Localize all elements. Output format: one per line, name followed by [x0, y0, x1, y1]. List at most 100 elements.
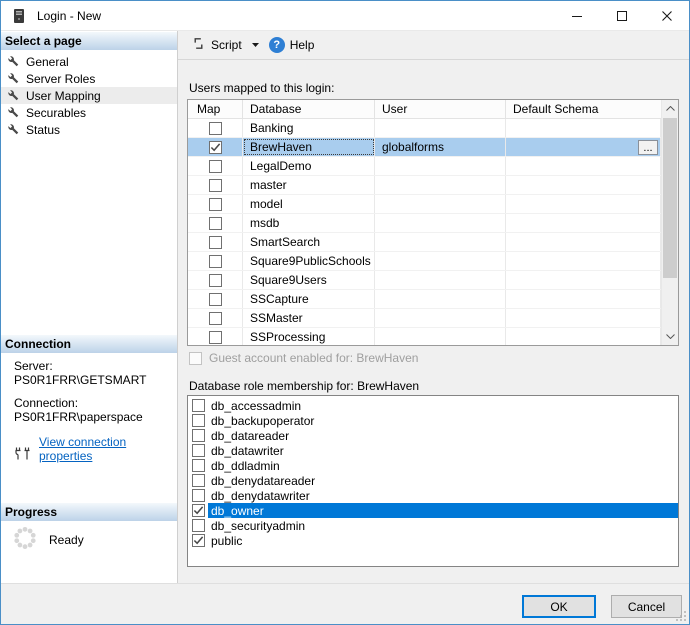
- database-cell[interactable]: SSMaster: [243, 309, 375, 327]
- database-cell[interactable]: LegalDemo: [243, 157, 375, 175]
- role-checkbox[interactable]: [192, 429, 205, 442]
- role-item-db_datawriter[interactable]: db_datawriter: [188, 443, 678, 458]
- default-schema-cell[interactable]: [506, 290, 661, 308]
- user-cell[interactable]: globalforms: [375, 138, 506, 156]
- map-checkbox[interactable]: [209, 122, 222, 135]
- script-button[interactable]: Script: [186, 33, 247, 57]
- user-cell[interactable]: [375, 176, 506, 194]
- table-row[interactable]: SmartSearch: [188, 233, 661, 252]
- default-schema-cell[interactable]: [506, 233, 661, 251]
- sidebar-item-server-roles[interactable]: Server Roles: [1, 70, 177, 87]
- table-row[interactable]: msdb: [188, 214, 661, 233]
- map-checkbox[interactable]: [209, 179, 222, 192]
- role-checkbox[interactable]: [192, 489, 205, 502]
- column-header-user[interactable]: User: [375, 100, 506, 118]
- sidebar-item-securables[interactable]: Securables: [1, 104, 177, 121]
- table-scrollbar[interactable]: [661, 100, 678, 345]
- role-checkbox[interactable]: [192, 534, 205, 547]
- map-checkbox[interactable]: [209, 255, 222, 268]
- role-item-db_accessadmin[interactable]: db_accessadmin: [188, 398, 678, 413]
- role-checkbox[interactable]: [192, 459, 205, 472]
- user-cell[interactable]: [375, 214, 506, 232]
- map-checkbox[interactable]: [209, 293, 222, 306]
- default-schema-cell[interactable]: [506, 309, 661, 327]
- map-checkbox[interactable]: [209, 141, 222, 154]
- role-item-db_datareader[interactable]: db_datareader: [188, 428, 678, 443]
- map-checkbox[interactable]: [209, 160, 222, 173]
- user-cell[interactable]: [375, 252, 506, 270]
- view-connection-properties-link[interactable]: View connection properties: [39, 435, 173, 463]
- map-checkbox[interactable]: [209, 217, 222, 230]
- scroll-up-button[interactable]: [662, 100, 678, 117]
- ok-button[interactable]: OK: [522, 595, 596, 618]
- map-checkbox[interactable]: [209, 236, 222, 249]
- table-row[interactable]: SSProcessing: [188, 328, 661, 345]
- map-checkbox[interactable]: [209, 198, 222, 211]
- database-cell[interactable]: model: [243, 195, 375, 213]
- table-row[interactable]: SSMaster: [188, 309, 661, 328]
- user-cell[interactable]: [375, 271, 506, 289]
- column-header-default-schema[interactable]: Default Schema: [506, 100, 678, 118]
- help-button[interactable]: ? Help: [264, 34, 320, 56]
- database-cell[interactable]: SSProcessing: [243, 328, 375, 345]
- database-cell[interactable]: Banking: [243, 119, 375, 137]
- script-dropdown-button[interactable]: [247, 40, 264, 50]
- default-schema-browse-button[interactable]: ...: [638, 140, 658, 155]
- table-row[interactable]: Square9PublicSchools: [188, 252, 661, 271]
- role-item-public[interactable]: public: [188, 533, 678, 548]
- close-button[interactable]: [644, 1, 689, 31]
- user-cell[interactable]: [375, 119, 506, 137]
- sidebar-item-status[interactable]: Status: [1, 121, 177, 138]
- database-cell[interactable]: Square9Users: [243, 271, 375, 289]
- role-item-db_securityadmin[interactable]: db_securityadmin: [188, 518, 678, 533]
- role-checkbox[interactable]: [192, 399, 205, 412]
- table-row[interactable]: SSCapture: [188, 290, 661, 309]
- minimize-button[interactable]: [554, 1, 599, 31]
- default-schema-cell[interactable]: [506, 271, 661, 289]
- role-checkbox[interactable]: [192, 444, 205, 457]
- sidebar-item-general[interactable]: General: [1, 53, 177, 70]
- maximize-button[interactable]: [599, 1, 644, 31]
- map-checkbox[interactable]: [209, 312, 222, 325]
- sidebar-item-user-mapping[interactable]: User Mapping: [1, 87, 177, 104]
- default-schema-cell[interactable]: [506, 119, 661, 137]
- table-row[interactable]: Square9Users: [188, 271, 661, 290]
- resize-grip[interactable]: [675, 610, 687, 622]
- scrollbar-thumb[interactable]: [663, 118, 677, 278]
- table-row[interactable]: BrewHavenglobalforms...: [188, 138, 661, 157]
- user-cell[interactable]: [375, 195, 506, 213]
- user-cell[interactable]: [375, 233, 506, 251]
- table-row[interactable]: model: [188, 195, 661, 214]
- user-cell[interactable]: [375, 290, 506, 308]
- role-item-db_denydatareader[interactable]: db_denydatareader: [188, 473, 678, 488]
- role-checkbox[interactable]: [192, 519, 205, 532]
- table-row[interactable]: master: [188, 176, 661, 195]
- default-schema-cell[interactable]: [506, 252, 661, 270]
- user-cell[interactable]: [375, 157, 506, 175]
- default-schema-cell[interactable]: [506, 176, 661, 194]
- database-cell[interactable]: msdb: [243, 214, 375, 232]
- database-cell[interactable]: SmartSearch: [243, 233, 375, 251]
- scroll-down-button[interactable]: [662, 328, 678, 345]
- role-checkbox[interactable]: [192, 414, 205, 427]
- user-cell[interactable]: [375, 309, 506, 327]
- default-schema-cell[interactable]: [506, 157, 661, 175]
- role-checkbox[interactable]: [192, 504, 205, 517]
- map-checkbox[interactable]: [209, 274, 222, 287]
- database-cell[interactable]: SSCapture: [243, 290, 375, 308]
- default-schema-cell[interactable]: [506, 214, 661, 232]
- column-header-map[interactable]: Map: [188, 100, 243, 118]
- role-item-db_backupoperator[interactable]: db_backupoperator: [188, 413, 678, 428]
- database-cell[interactable]: BrewHaven: [243, 138, 375, 156]
- default-schema-cell[interactable]: [506, 195, 661, 213]
- default-schema-cell[interactable]: [506, 328, 661, 345]
- table-row[interactable]: LegalDemo: [188, 157, 661, 176]
- user-cell[interactable]: [375, 328, 506, 345]
- role-item-db_ddladmin[interactable]: db_ddladmin: [188, 458, 678, 473]
- role-checkbox[interactable]: [192, 474, 205, 487]
- map-checkbox[interactable]: [209, 331, 222, 344]
- cancel-button[interactable]: Cancel: [611, 595, 682, 618]
- database-cell[interactable]: Square9PublicSchools: [243, 252, 375, 270]
- role-item-db_owner[interactable]: db_owner: [188, 503, 678, 518]
- role-item-db_denydatawriter[interactable]: db_denydatawriter: [188, 488, 678, 503]
